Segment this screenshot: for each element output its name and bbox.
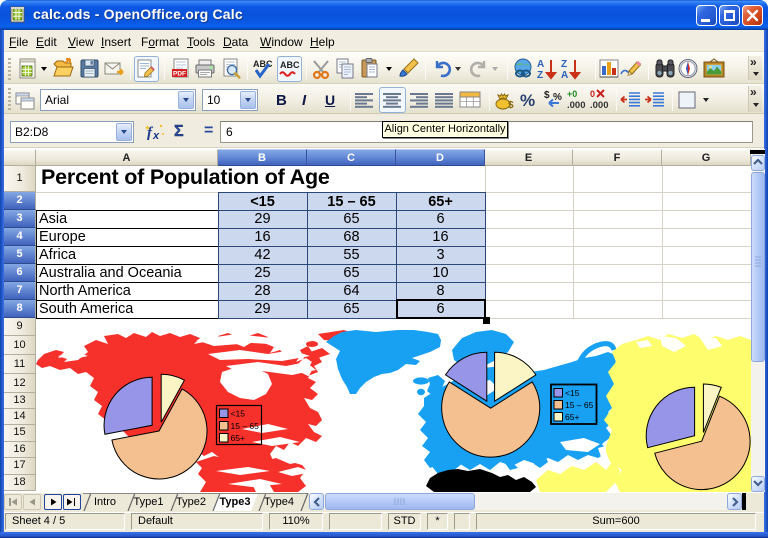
svg-text:+0: +0 (567, 89, 577, 99)
svg-text:%: % (553, 92, 562, 103)
svg-text:.000: .000 (590, 100, 609, 111)
svg-text:PDF: PDF (173, 71, 186, 78)
svg-text:Z: Z (537, 70, 543, 81)
svg-text:$: $ (508, 100, 514, 111)
svg-text:%: % (520, 91, 535, 110)
svg-text:A: A (537, 59, 544, 70)
svg-text:$: $ (544, 90, 550, 101)
svg-text:x: x (152, 130, 160, 142)
svg-text:15 – 65: 15 – 65 (231, 421, 260, 431)
svg-text:ABC: ABC (253, 59, 273, 69)
svg-text:<15: <15 (565, 388, 580, 398)
svg-text:A: A (561, 70, 568, 81)
svg-text:65+: 65+ (231, 433, 245, 443)
svg-text:<15: <15 (231, 409, 246, 419)
svg-text:15 – 65: 15 – 65 (565, 400, 594, 410)
svg-text:65+: 65+ (565, 412, 579, 422)
svg-text:ABC: ABC (280, 60, 300, 70)
svg-text:0: 0 (590, 89, 595, 99)
svg-text:.000: .000 (567, 100, 586, 111)
svg-text:Z: Z (561, 59, 567, 70)
